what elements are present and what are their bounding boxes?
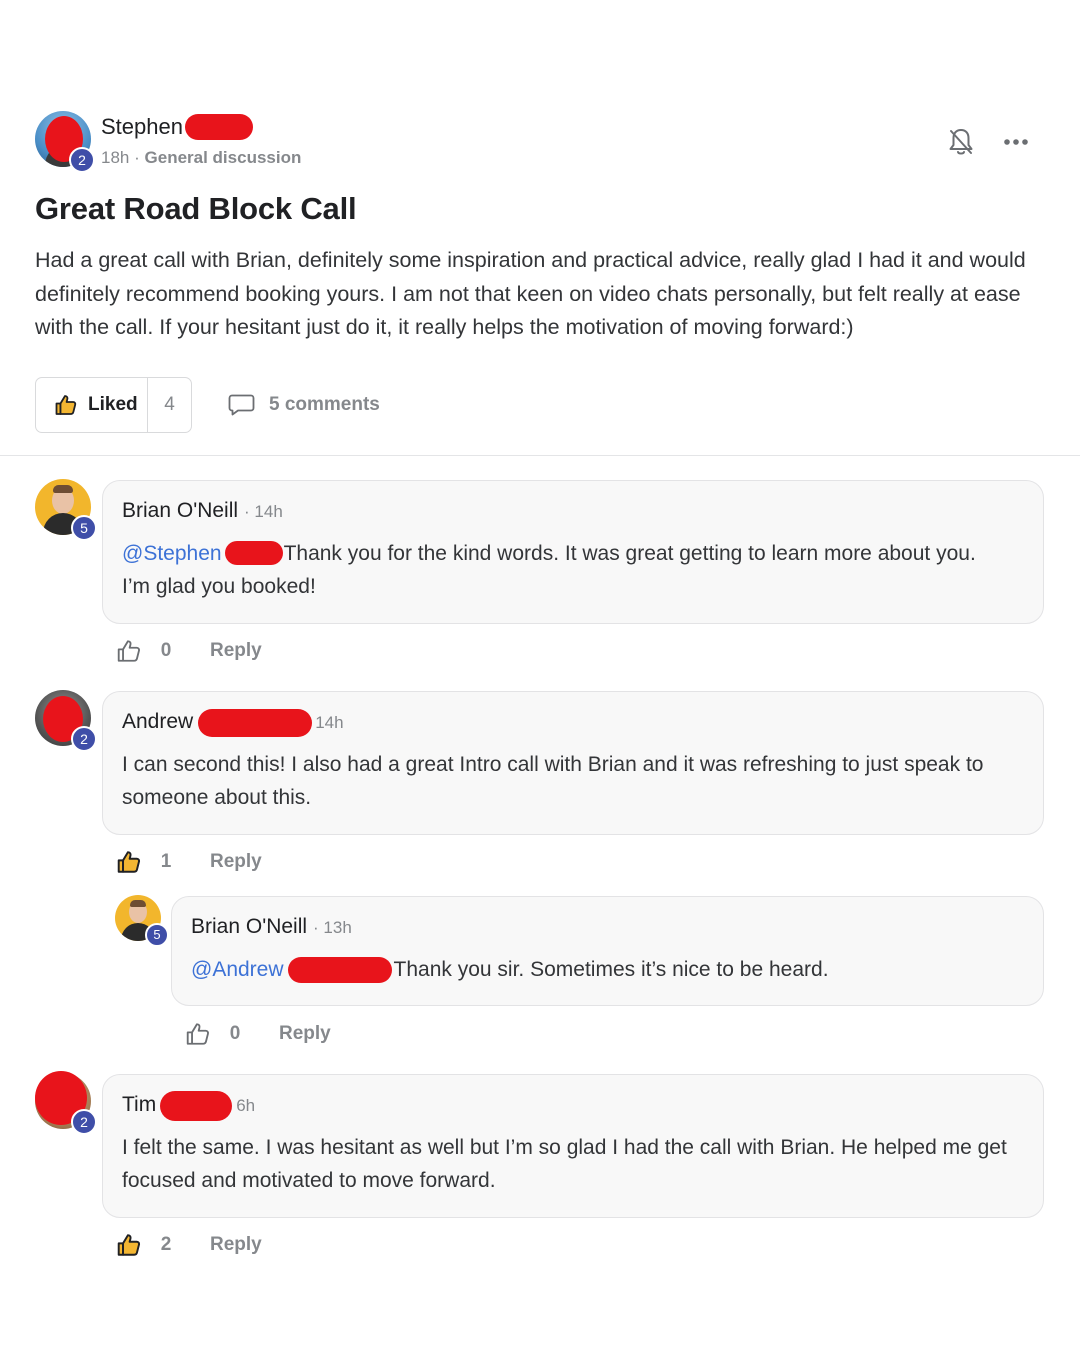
reply-button[interactable]: Reply [279, 1023, 331, 1045]
mention-link[interactable]: @Stephen [122, 542, 222, 565]
post-author-avatar[interactable]: 2 [35, 111, 95, 173]
reply-button[interactable]: Reply [210, 640, 262, 662]
reply-button[interactable]: Reply [210, 851, 262, 873]
comment-like-count: 1 [160, 851, 172, 872]
comments-link[interactable]: 5 comments [228, 393, 380, 417]
comment-text: I felt the same. I was hesitant as well … [122, 1136, 1007, 1192]
like-button-group[interactable]: Liked 4 [35, 377, 192, 433]
comment-text: Thank you for the kind words. It was gre… [283, 542, 976, 565]
redaction-mark [225, 541, 283, 565]
commenter-avatar[interactable]: 5 [115, 895, 169, 947]
comment-like-count: 0 [160, 640, 172, 661]
like-label: Liked [88, 394, 138, 415]
comment-actions: 1 Reply [116, 849, 262, 875]
redaction-mark [198, 709, 312, 737]
post-body: Had a great call with Brian, definitely … [35, 248, 1026, 339]
thumbs-up-outline-icon[interactable] [185, 1021, 211, 1047]
thumbs-up-icon[interactable] [116, 849, 142, 875]
comment-bubble-icon [228, 394, 255, 416]
comment-actions: 2 Reply [116, 1232, 262, 1258]
commenter-avatar[interactable]: 2 [35, 690, 97, 752]
post-time: 18h [101, 148, 130, 167]
more-dots-icon[interactable] [1003, 135, 1029, 147]
thumbs-up-outline-icon[interactable] [116, 638, 142, 664]
comment-actions: 0 Reply [116, 638, 262, 664]
comment-bubble: Andrew 14h I can second this! I also had… [102, 691, 1044, 835]
thumbs-up-icon [55, 395, 77, 415]
level-badge: 5 [145, 923, 169, 947]
comment-text: Thank you sir. Sometimes it’s nice to be… [393, 958, 829, 981]
comment-text: I can second this! I also had a great In… [122, 753, 984, 809]
comment-author[interactable]: Andrew [122, 710, 193, 734]
comment-like-count: 0 [229, 1023, 241, 1044]
comment-actions: 0 Reply [185, 1021, 331, 1047]
level-badge: 5 [71, 515, 97, 541]
redaction-mark [160, 1091, 232, 1121]
comment-bubble: Brian O'Neill · 14h @Stephen Thank you fo… [102, 480, 1044, 624]
bell-off-icon[interactable] [947, 127, 975, 157]
comment-bubble: Brian O'Neill · 13h @Andrew Thank you sir… [171, 896, 1044, 1006]
level-badge: 2 [69, 147, 95, 173]
meta-separator: · [134, 148, 140, 167]
post-author-name[interactable]: Stephen [101, 114, 183, 140]
thumbs-up-icon[interactable] [116, 1232, 142, 1258]
comment-author[interactable]: Brian O'Neill [191, 915, 307, 939]
comment-time: 14h [315, 713, 344, 732]
like-count[interactable]: 4 [148, 394, 191, 416]
comment-text-line2: I’m glad you booked! [122, 575, 316, 598]
comment-author[interactable]: Tim [122, 1093, 156, 1117]
comment-time: · 13h [313, 918, 352, 937]
level-badge: 2 [71, 726, 97, 752]
like-button[interactable]: Liked [36, 378, 148, 432]
post-title: Great Road Block Call [35, 191, 357, 226]
redaction-mark [185, 114, 253, 140]
comments-count-label: 5 comments [269, 394, 380, 415]
comment-time: · 14h [244, 502, 283, 521]
redaction-mark [288, 957, 392, 983]
post-category[interactable]: General discussion [145, 148, 302, 167]
comment-like-count: 2 [160, 1234, 172, 1255]
commenter-avatar[interactable]: 5 [35, 479, 97, 541]
divider [0, 455, 1080, 456]
level-badge: 2 [71, 1109, 97, 1135]
comment-time: 6h [236, 1096, 256, 1115]
reply-button[interactable]: Reply [210, 1234, 262, 1256]
mention-link[interactable]: @Andrew [191, 958, 284, 981]
commenter-avatar[interactable]: 2 [35, 1071, 97, 1135]
comment-author[interactable]: Brian O'Neill [122, 499, 238, 523]
comment-bubble: Tim 6h I felt the same. I was hesitant a… [102, 1074, 1044, 1218]
